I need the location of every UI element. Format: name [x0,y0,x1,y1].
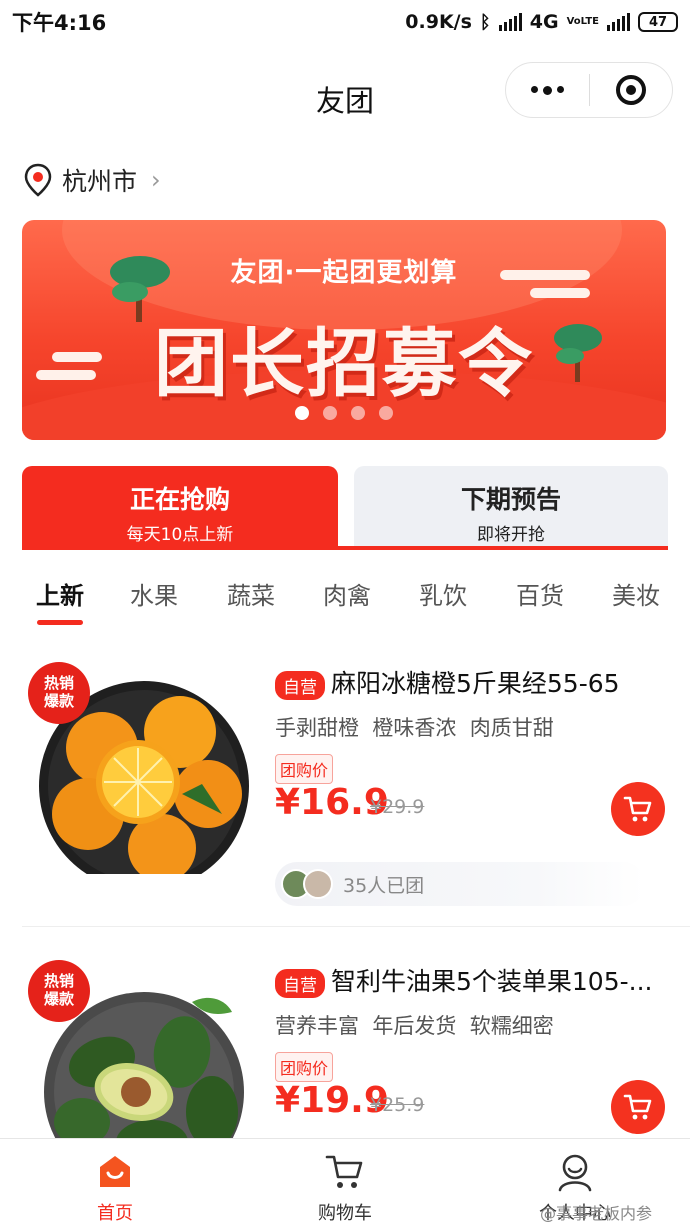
cart-icon [623,796,652,822]
category-tab-meat[interactable]: 肉禽 [323,576,371,611]
volte-icon: VoLTE [566,16,599,27]
category-indicator [37,620,83,625]
network-type: 4G [529,11,559,33]
hot-sale-badge: 热销爆款 [28,960,90,1022]
badge-text: 热销爆款 [43,674,74,710]
product-description: 手剥甜橙 橙味香浓 肉质甘甜 [275,716,554,740]
product-image[interactable]: 热销爆款 [22,644,252,891]
nav-label: 首页 [97,1203,133,1224]
nav-home[interactable]: 首页 [55,1151,175,1225]
carousel-dot[interactable] [351,406,365,420]
promo-banner[interactable]: 友团·一起团更划算 团长招募令 [22,220,666,440]
joined-count: 35人已团 [343,874,425,897]
status-time: 下午4:16 [12,11,107,35]
avatar-group [281,869,333,899]
sale-tabs: 正在抢购 每天10点上新 下期预告 即将开抢 [22,466,668,550]
self-operated-tag: 自营 [275,670,325,700]
category-tab-new[interactable]: 上新 [36,576,84,611]
product-card[interactable]: 热销爆款 自营 麻阳冰糖橙5斤果经55-65 手剥甜橙 橙味香浓 肉质甘甜 团购价… [0,636,690,926]
city-name: 杭州市 [62,167,138,196]
group-price-tag: 团购价 [275,1052,334,1082]
target-icon [615,75,646,105]
tab-title: 下期预告 [460,485,561,514]
add-to-cart-button[interactable] [611,782,665,836]
mini-program-capsule [505,62,673,118]
location-selector[interactable]: 杭州市 › [24,160,161,200]
cart-icon [285,1151,405,1193]
category-tab-vegetables[interactable]: 蔬菜 [227,576,275,611]
add-to-cart-button[interactable] [611,1080,665,1134]
product-description: 营养丰富 年后发货 软糯细密 [275,1014,554,1038]
carousel-dot[interactable] [379,406,393,420]
banner-headline: 团长招募令 [154,321,534,407]
nav-label: 购物车 [318,1203,372,1224]
product-name: 智利牛油果5个装单果105-... [331,967,653,996]
signal-icon [498,13,522,31]
category-tabs: 上新 水果 蔬菜 肉禽 乳饮 百货 美妆 [0,572,690,628]
title-bar: 友团 [0,50,690,140]
tab-underline [22,546,668,550]
category-tab-dairy[interactable]: 乳饮 [419,576,467,611]
category-tab-beauty[interactable]: 美妆 [612,576,660,611]
tab-title: 正在抢购 [129,485,230,514]
self-operated-tag: 自营 [275,968,325,998]
original-price: ¥25.9 [370,1094,425,1116]
nav-cart[interactable]: 购物车 [285,1151,405,1225]
carousel-indicator [22,406,666,420]
product-title[interactable]: 自营 麻阳冰糖橙5斤果经55-65 [275,664,675,700]
group-joined-bar: 35人已团 [275,862,645,906]
cart-icon [623,1094,652,1120]
category-tab-fruit[interactable]: 水果 [130,576,178,611]
group-price-tag: 团购价 [275,754,334,784]
original-price: ¥29.9 [370,796,425,818]
home-icon [55,1151,175,1193]
status-indicators: 0.9K/s ᛒ 4G VoLTE 47 [405,11,678,33]
hot-sale-badge: 热销爆款 [28,662,90,724]
watermark: @事事老板内参 [540,1204,653,1223]
tab-on-sale[interactable]: 正在抢购 每天10点上新 [22,466,338,546]
avatar [303,869,333,899]
chevron-right-icon: › [151,166,161,194]
category-tab-goods[interactable]: 百货 [516,576,564,611]
close-mini-program-button[interactable] [590,75,672,105]
user-icon [515,1151,635,1193]
cloud-decoration [530,288,590,298]
location-pin-icon [24,163,52,197]
product-name: 麻阳冰糖橙5斤果经55-65 [331,669,620,698]
more-icon[interactable] [506,85,589,95]
badge-text: 热销爆款 [43,972,74,1008]
tab-coming-soon[interactable]: 下期预告 即将开抢 [354,466,668,546]
tab-subtitle: 每天10点上新 [126,525,234,545]
carousel-dot[interactable] [323,406,337,420]
tab-subtitle: 即将开抢 [477,525,545,545]
product-title[interactable]: 自营 智利牛油果5个装单果105-... [275,962,675,998]
card-divider [22,926,690,927]
signal-icon-2 [607,13,630,31]
banner-slogan: 友团·一起团更划算 [230,258,458,288]
battery-icon: 47 [638,12,678,32]
bluetooth-icon: ᛒ [479,11,491,33]
net-speed: 0.9K/s [405,11,472,33]
carousel-dot[interactable] [295,406,309,420]
status-bar: 下午4:16 0.9K/s ᛒ 4G VoLTE 47 [0,0,690,44]
